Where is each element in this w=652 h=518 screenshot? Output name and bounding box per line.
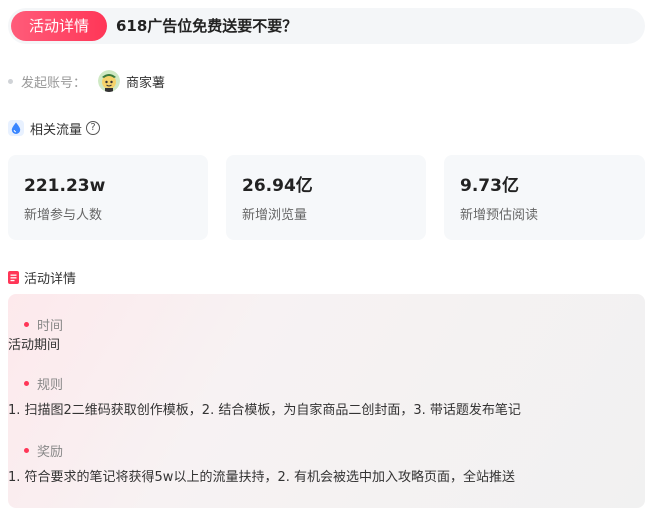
bullet-dot [24, 321, 29, 327]
water-drop-icon [8, 120, 24, 136]
initiator-name[interactable]: 商家薯 [126, 72, 165, 91]
traffic-title-label: 相关流量 [30, 122, 83, 138]
stat-card-views: 26.94亿 新增浏览量 [226, 155, 426, 240]
stat-label: 新增预估阅读 [460, 208, 539, 223]
stat-value: 221.23w [24, 176, 106, 196]
stat-card-participants: 221.23w 新增参与人数 [8, 155, 208, 240]
activity-header: 活动详情 618广告位免费送要不要？ [8, 8, 645, 44]
bullet-dot [24, 447, 29, 453]
detail-item-rewards: 奖励 1. 符合要求的笔记将获得5w以上的流量扶持，2. 有机会被选中加入攻略页… [8, 440, 515, 488]
activity-detail-tag: 活动详情 [11, 11, 107, 41]
initiator-label: 发起账号： [21, 75, 87, 91]
traffic-section-title: 相关流量 ? [8, 118, 101, 138]
help-icon[interactable]: ? [86, 121, 101, 135]
detail-section-title: 活动详情 [8, 267, 76, 287]
stat-value: 9.73亿 [460, 176, 519, 196]
detail-heading: 规则 [37, 377, 64, 393]
stat-label: 新增参与人数 [24, 208, 103, 223]
detail-text: 1. 扫描图2二维码获取创作模板，2. 结合模板，为自家商品二创封面，3. 带话… [8, 403, 521, 418]
bullet-dot [8, 78, 13, 84]
bullet-dot [24, 380, 29, 386]
activity-title: 618广告位免费送要不要？ [116, 17, 298, 35]
detail-item-rules: 规则 1. 扫描图2二维码获取创作模板，2. 结合模板，为自家商品二创封面，3.… [8, 373, 521, 421]
detail-text: 1. 符合要求的笔记将获得5w以上的流量扶持，2. 有机会被选中加入攻略页面，全… [8, 470, 515, 485]
detail-text: 活动期间 [8, 338, 61, 353]
detail-heading: 奖励 [37, 444, 64, 460]
detail-title-label: 活动详情 [24, 271, 77, 287]
initiator-row: 发起账号： 商家薯 [8, 68, 165, 94]
document-icon [8, 270, 19, 284]
detail-item-time: 时间 活动期间 [8, 314, 64, 356]
detail-panel: 时间 活动期间 规则 1. 扫描图2二维码获取创作模板，2. 结合模板，为自家商… [8, 294, 645, 508]
stat-card-reads: 9.73亿 新增预估阅读 [444, 155, 645, 240]
detail-heading: 时间 [37, 318, 64, 334]
avatar[interactable] [98, 70, 121, 92]
stat-label: 新增浏览量 [242, 208, 308, 223]
stat-value: 26.94亿 [242, 176, 313, 196]
